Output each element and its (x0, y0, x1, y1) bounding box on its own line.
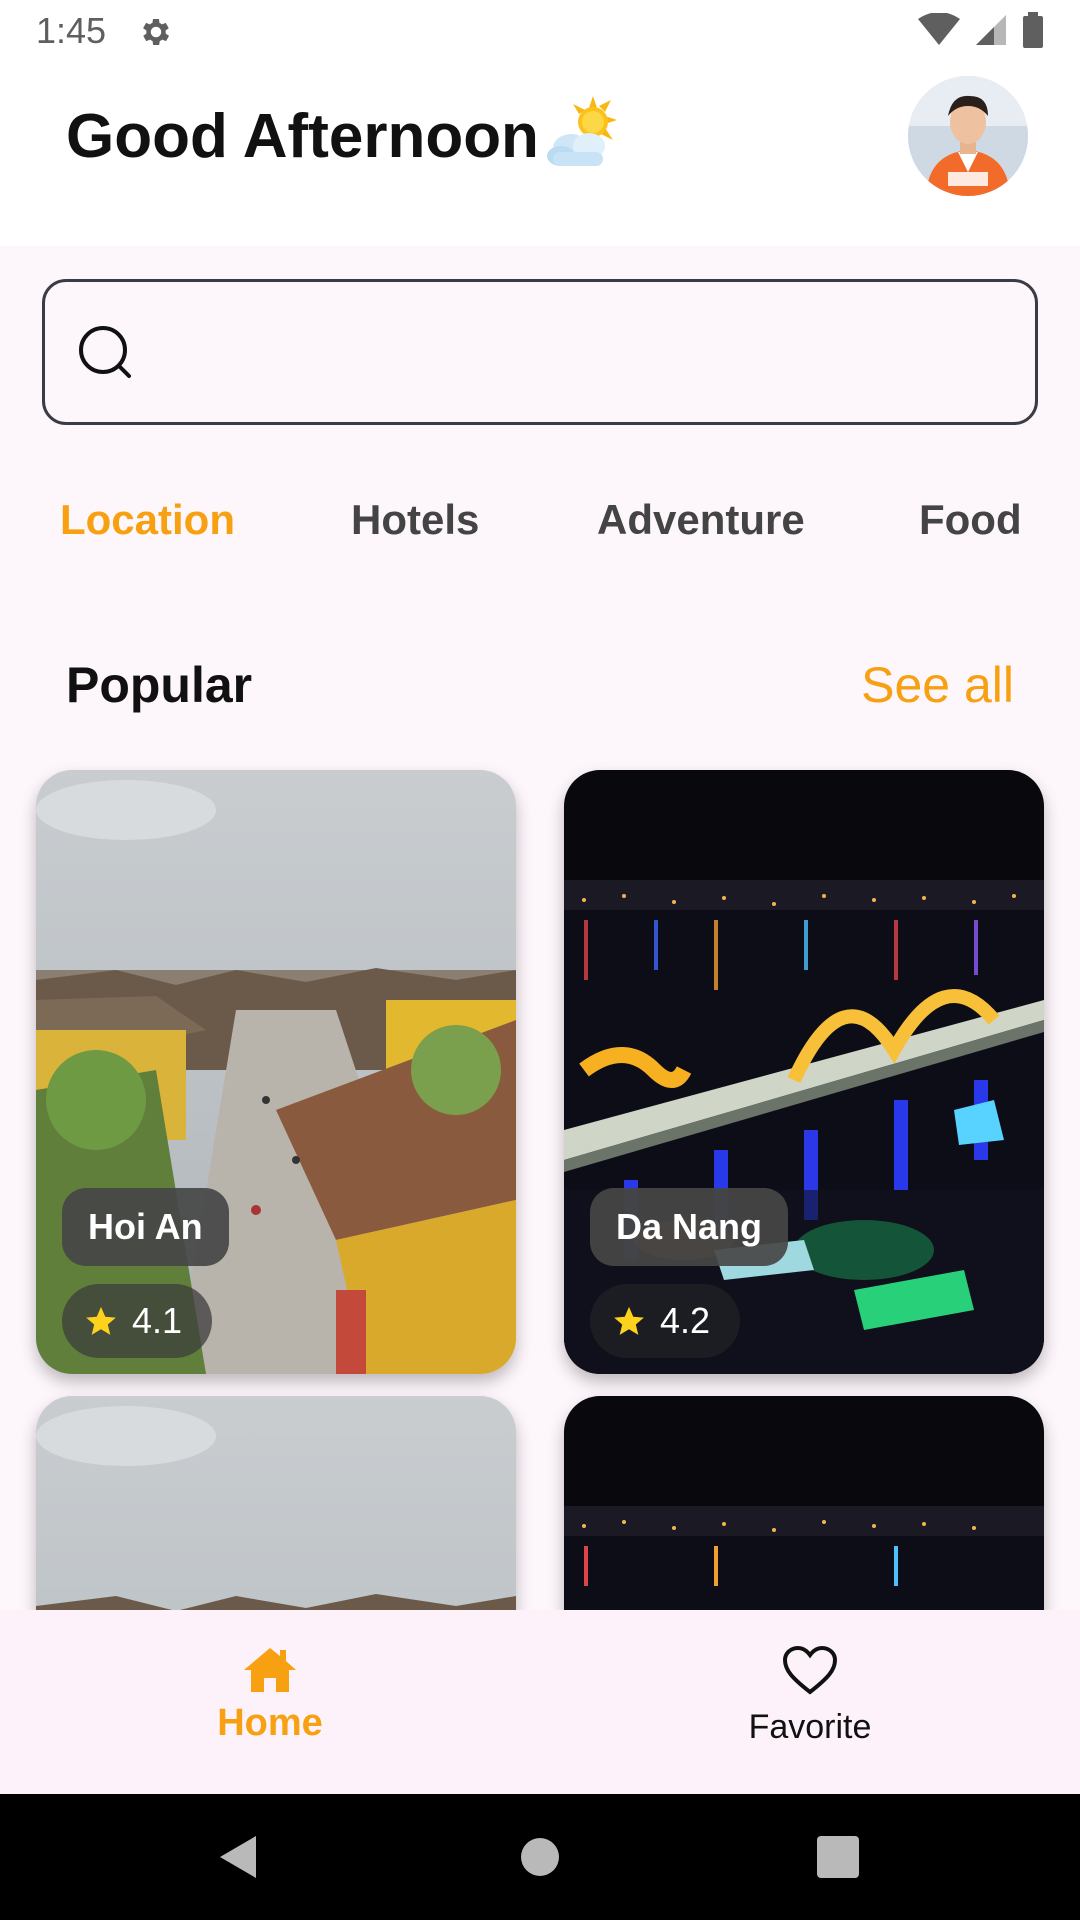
star-icon (86, 1306, 116, 1335)
avatar-photo (908, 76, 1028, 196)
back-icon[interactable] (214, 1832, 264, 1882)
cell-signal-icon (976, 15, 1006, 45)
hoi-an-photo (36, 1396, 516, 1610)
nav-home[interactable]: Home (120, 1646, 420, 1745)
settings-gear-icon (143, 18, 170, 46)
search-icon (79, 326, 131, 378)
da-nang-photo (564, 1396, 1044, 1610)
search-input[interactable] (165, 312, 1005, 396)
destination-card-3[interactable] (36, 1396, 516, 1610)
star-icon (614, 1306, 644, 1335)
rating-value: 4.2 (660, 1300, 711, 1341)
destination-card-4[interactable] (564, 1396, 1044, 1610)
popular-grid: Hoi An 4.1 Da Nang 4.2 (0, 760, 1080, 1610)
sun-behind-cloud-icon (546, 96, 617, 166)
card-rating: 4.2 (590, 1284, 741, 1358)
search-bar[interactable] (42, 279, 1038, 425)
home-circle-icon[interactable] (515, 1832, 565, 1882)
profile-avatar[interactable] (908, 76, 1028, 196)
card-rating: 4.1 (62, 1284, 213, 1358)
home-icon (244, 1648, 296, 1692)
nav-home-label: Home (217, 1702, 323, 1744)
see-all-link[interactable]: See all (861, 656, 1014, 714)
destination-card-hoi-an[interactable]: Hoi An 4.1 (36, 770, 516, 1374)
greeting-text: Good Afternoon (66, 101, 539, 171)
battery-icon (1023, 12, 1043, 48)
rating-value: 4.1 (132, 1300, 183, 1341)
card-title: Hoi An (62, 1188, 229, 1266)
wifi-icon (918, 13, 960, 45)
status-bar: 1:45 (0, 0, 1080, 66)
status-icons (918, 12, 1044, 48)
system-navigation-bar (0, 1794, 1080, 1920)
card-title: Da Nang (590, 1188, 789, 1266)
section-title: Popular (66, 657, 253, 713)
tab-hotels[interactable]: Hotels (351, 496, 479, 544)
heart-icon (782, 1646, 838, 1695)
greeting: Good Afternoon (66, 96, 621, 172)
nav-favorite[interactable]: Favorite (660, 1646, 960, 1747)
bottom-navigation: Home Favorite (0, 1610, 1080, 1794)
tab-food[interactable]: Food (919, 496, 1022, 544)
category-tabs: Location Hotels Adventure Food (0, 496, 1080, 556)
nav-favorite-label: Favorite (748, 1708, 872, 1746)
tab-location[interactable]: Location (60, 496, 235, 544)
header: Good Afternoon (0, 66, 1080, 246)
destination-card-da-nang[interactable]: Da Nang 4.2 (564, 770, 1044, 1374)
status-time: 1:45 (36, 10, 107, 51)
tab-adventure[interactable]: Adventure (597, 496, 805, 544)
recents-square-icon[interactable] (813, 1832, 863, 1882)
